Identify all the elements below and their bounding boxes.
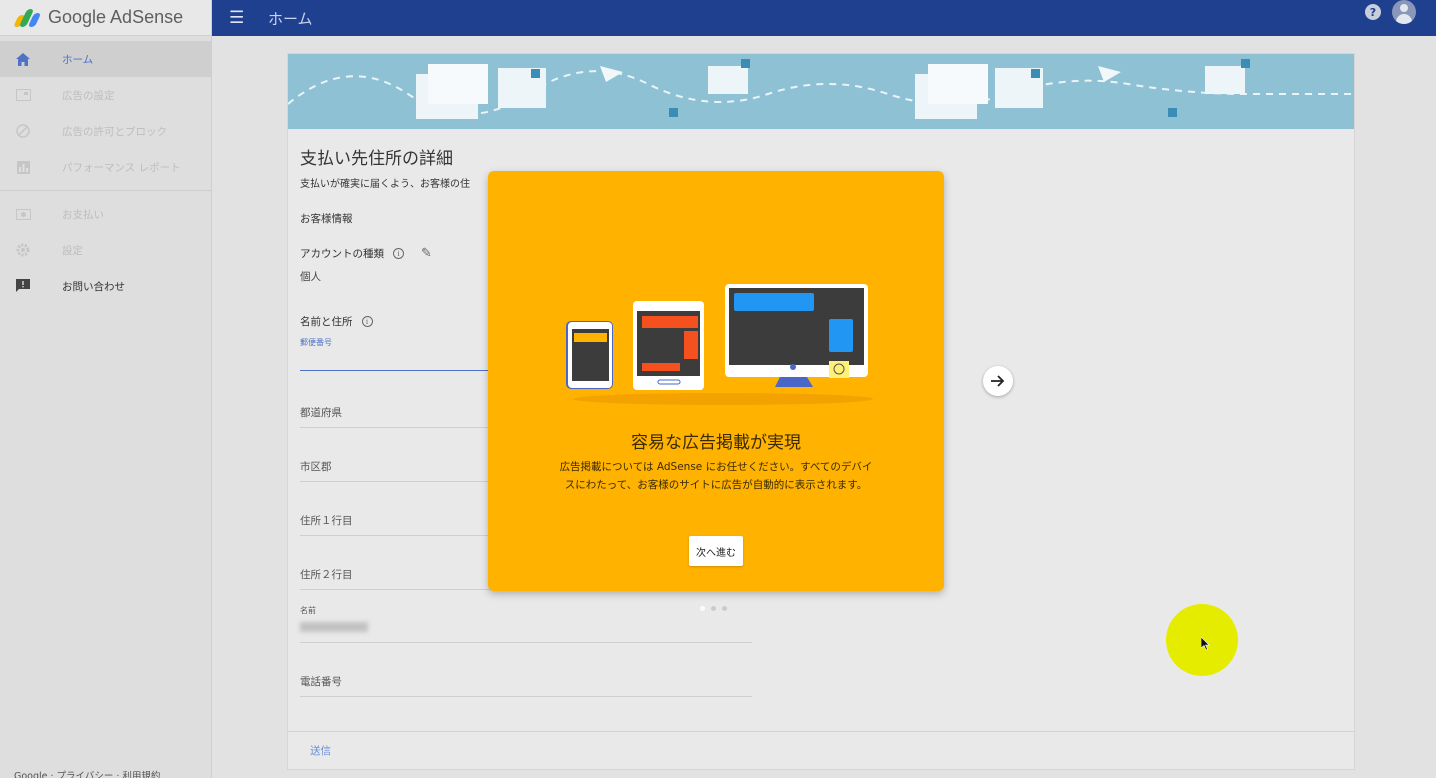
sidebar-item-label: ホーム: [62, 53, 94, 66]
brand-text: Google AdSense: [48, 7, 184, 27]
arrow-right-icon: [991, 375, 1005, 387]
sidebar-item-label: 広告の許可とブロック: [62, 125, 167, 138]
sidebar-item-label: お問い合わせ: [62, 280, 125, 293]
sidebar-item-reports[interactable]: パフォーマンス レポート: [0, 149, 211, 185]
info-icon[interactable]: i: [361, 316, 373, 327]
carousel-dot-1[interactable]: [700, 606, 705, 611]
next-button[interactable]: 次へ進む: [689, 536, 743, 566]
sidebar-item-label: 設定: [62, 244, 83, 257]
help-icon[interactable]: ?: [1365, 4, 1381, 20]
banner-illustration: [288, 54, 1354, 129]
brand[interactable]: Google AdSense: [0, 0, 211, 36]
redacted-name: [300, 622, 368, 632]
onboarding-dialog: 容易な広告掲載が実現 広告掲載については AdSense にお任せください。すべ…: [488, 171, 944, 591]
feedback-icon: [15, 278, 31, 294]
card-footer: 送信: [288, 731, 1354, 769]
sidebar-item-settings[interactable]: 設定: [0, 232, 211, 268]
sidebar-item-label: お支払い: [62, 208, 104, 221]
sidebar-item-label: 広告の設定: [62, 89, 115, 102]
avatar[interactable]: [1392, 0, 1416, 24]
name-field[interactable]: 名前: [300, 605, 752, 643]
carousel-dot-3[interactable]: [722, 606, 727, 611]
carousel-dot-2[interactable]: [711, 606, 716, 611]
sidebar-footer[interactable]: Google · プライバシー · 利用規約: [14, 768, 160, 778]
desktop-graphic: [725, 284, 868, 387]
carousel-dots: [700, 606, 727, 611]
tablet-graphic: [633, 301, 704, 390]
bar-chart-icon: [15, 159, 31, 175]
sidebar-item-label: パフォーマンス レポート: [62, 161, 181, 174]
dialog-body: 広告掲載については AdSense にお任せください。すべてのデバイスにわたって…: [559, 461, 873, 491]
sidebar-item-allow-block[interactable]: 広告の許可とブロック: [0, 113, 211, 149]
devices-illustration: [566, 284, 873, 405]
sidebar-item-ad-settings[interactable]: 広告の設定: [0, 77, 211, 113]
phone-graphic: [566, 321, 613, 389]
sidebar-item-home[interactable]: ホーム: [0, 41, 211, 77]
block-icon: [15, 123, 31, 139]
card-title: 支払い先住所の詳細: [300, 149, 453, 169]
sidebar-item-payments[interactable]: お支払い: [0, 196, 211, 232]
home-icon: [15, 51, 31, 67]
menu-icon[interactable]: ☰: [229, 8, 253, 28]
sidebar-item-contact[interactable]: お問い合わせ: [0, 268, 211, 304]
phone-field[interactable]: 電話番号: [300, 674, 752, 697]
info-icon[interactable]: i: [393, 248, 404, 259]
adsense-logo-icon: [13, 8, 42, 27]
edit-pencil-icon[interactable]: ✎: [421, 246, 432, 261]
mouse-cursor-icon: [1201, 637, 1210, 651]
sidebar-divider: [0, 190, 211, 191]
payments-icon: [15, 206, 31, 222]
sidebar-nav: ホーム 広告の設定 広告の許可とブロック パフォーマンス レポート お支払い 設…: [0, 36, 211, 304]
dialog-title: 容易な広告掲載が実現: [631, 433, 801, 453]
submit-button[interactable]: 送信: [310, 743, 331, 758]
page-title: ホーム: [268, 9, 313, 28]
gear-icon: [15, 242, 31, 258]
ad-units-icon: [15, 87, 31, 103]
next-slide-arrow-button[interactable]: [983, 366, 1013, 396]
sidebar: Google AdSense ホーム 広告の設定 広告の許可とブロック パフォー…: [0, 0, 212, 778]
top-app-bar: ☰ ホーム ?: [212, 0, 1436, 36]
